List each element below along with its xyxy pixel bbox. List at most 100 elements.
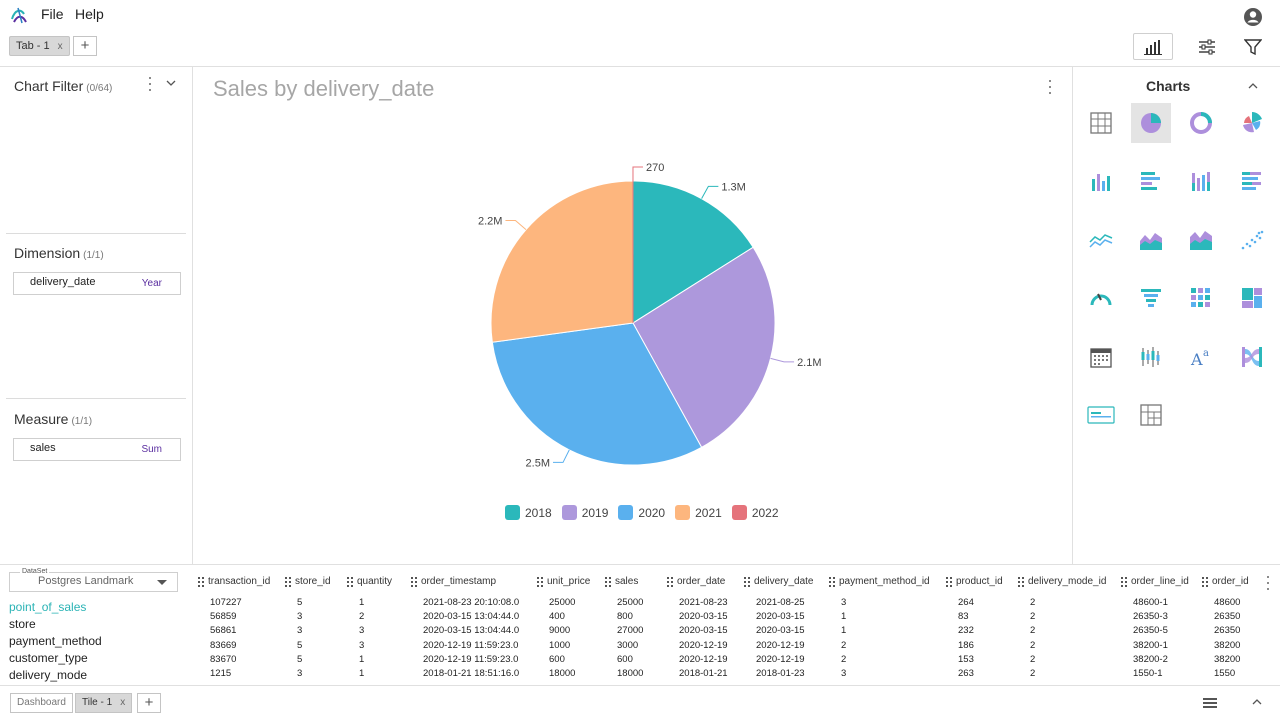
drag-handle-icon[interactable]	[198, 576, 204, 587]
tile-tab[interactable]: Tile - 1 x	[75, 693, 133, 713]
funnel-chart-icon[interactable]	[1131, 278, 1171, 318]
table-cell: 2	[1030, 653, 1036, 665]
column-header-order-id[interactable]: order_id	[1202, 576, 1249, 587]
drag-handle-icon[interactable]	[1121, 576, 1127, 587]
table-cell: 2021-08-25	[756, 597, 805, 608]
column-header-delivery-date[interactable]: delivery_date	[744, 576, 813, 587]
pie-chart-icon[interactable]	[1131, 103, 1171, 143]
table-cell: 1	[359, 597, 365, 608]
calendar-chart-icon[interactable]	[1081, 337, 1121, 377]
drag-handle-icon[interactable]	[537, 576, 543, 587]
table-cell: 83670	[210, 653, 237, 665]
legend-item-2019[interactable]: 2019	[561, 505, 608, 520]
scatter-chart-icon[interactable]	[1232, 220, 1272, 260]
stacked-bar-chart-icon[interactable]	[1232, 161, 1272, 201]
heatmap-chart-icon[interactable]	[1181, 278, 1221, 318]
menu-file[interactable]: File	[41, 6, 64, 22]
measure-aggregation[interactable]: Sum	[141, 444, 162, 455]
tab-close-icon[interactable]: x	[58, 41, 63, 52]
stacked-column-chart-icon[interactable]	[1181, 161, 1221, 201]
table-cell: 26350-3	[1133, 611, 1168, 623]
drag-handle-icon[interactable]	[411, 576, 417, 587]
drag-handle-icon[interactable]	[667, 576, 673, 587]
chart-view-button[interactable]	[1133, 33, 1173, 60]
table-item-payment-method[interactable]: payment_method	[9, 634, 102, 648]
datasource-select[interactable]: Postgres Landmark	[9, 572, 178, 592]
rich-text-icon[interactable]: Aa	[1181, 337, 1221, 377]
rose-chart-icon[interactable]	[1232, 103, 1272, 143]
legend-item-2022[interactable]: 2022	[731, 505, 779, 520]
table-cell: 48600	[1214, 597, 1241, 608]
table-item-point-of-sales[interactable]: point_of_sales	[9, 600, 86, 614]
column-header-unit-price[interactable]: unit_price	[537, 576, 590, 587]
sankey-chart-icon[interactable]	[1232, 337, 1272, 377]
tile-close-icon[interactable]: x	[120, 697, 125, 708]
app-logo-icon[interactable]	[9, 5, 29, 25]
gauge-chart-icon[interactable]	[1081, 278, 1121, 318]
column-header-order-date[interactable]: order_date	[667, 576, 725, 587]
tab-1[interactable]: Tab - 1 x	[9, 36, 70, 56]
bar-chart-horizontal-icon[interactable]	[1131, 161, 1171, 201]
chevron-up-icon[interactable]	[1252, 699, 1262, 705]
drag-handle-icon[interactable]	[946, 576, 952, 587]
table-cell: 3	[841, 597, 847, 608]
legend-item-2021[interactable]: 2021	[675, 505, 722, 520]
drag-handle-icon[interactable]	[605, 576, 611, 587]
pivot-table-icon[interactable]	[1131, 395, 1171, 435]
column-header-order-line-id[interactable]: order_line_id	[1121, 576, 1189, 587]
stacked-area-chart-icon[interactable]	[1181, 220, 1221, 260]
chevron-down-icon[interactable]	[166, 80, 176, 86]
measure-field[interactable]: sales Sum	[13, 438, 181, 461]
column-header-delivery-mode-id[interactable]: delivery_mode_id	[1018, 576, 1106, 587]
dimension-aggregation[interactable]: Year	[142, 278, 162, 289]
dimension-field[interactable]: delivery_date Year	[13, 272, 181, 295]
drag-handle-icon[interactable]	[829, 576, 835, 587]
chevron-up-icon[interactable]	[1248, 83, 1258, 89]
filter-button[interactable]	[1233, 33, 1273, 60]
menu-lines-icon[interactable]	[1203, 697, 1217, 709]
menu-help[interactable]: Help	[75, 6, 104, 22]
column-header-sales[interactable]: sales	[605, 576, 638, 587]
table-cell: 3	[297, 625, 303, 637]
treemap-chart-icon[interactable]	[1232, 278, 1272, 318]
column-chart-icon[interactable]	[1081, 161, 1121, 201]
legend-item-2018[interactable]: 2018	[505, 505, 552, 520]
card-chart-icon[interactable]	[1081, 395, 1121, 435]
drag-handle-icon[interactable]	[347, 576, 353, 587]
pie-data-label: 2.2M	[478, 215, 502, 227]
column-header-transaction-id[interactable]: transaction_id	[198, 576, 270, 587]
chart-filter-label: Chart Filter	[14, 78, 84, 94]
drag-handle-icon[interactable]	[285, 576, 291, 587]
grid-menu-icon[interactable]	[1265, 576, 1271, 590]
add-tab-button[interactable]: +	[73, 36, 97, 56]
column-header-product-id[interactable]: product_id	[946, 576, 1003, 587]
column-header-store-id[interactable]: store_id	[285, 576, 331, 587]
donut-chart-icon[interactable]	[1181, 103, 1221, 143]
dashboard-tab[interactable]: Dashboard	[10, 693, 73, 713]
table-chart-icon[interactable]	[1081, 103, 1121, 143]
boxplot-chart-icon[interactable]	[1131, 337, 1171, 377]
table-cell: 2021-08-23	[679, 597, 728, 608]
area-chart-icon[interactable]	[1131, 220, 1171, 260]
chart-filter-menu-icon[interactable]	[147, 77, 153, 91]
column-header-order-timestamp[interactable]: order_timestamp	[411, 576, 496, 587]
add-tile-button[interactable]: +	[137, 693, 161, 713]
column-header-quantity[interactable]: quantity	[347, 576, 392, 587]
table-item-delivery-mode[interactable]: delivery_mode	[9, 668, 87, 682]
column-header-label: order_id	[1212, 576, 1249, 587]
table-item-customer-type[interactable]: customer_type	[9, 651, 88, 665]
pie-slice-2021[interactable]	[490, 180, 634, 343]
column-header-payment-method-id[interactable]: payment_method_id	[829, 576, 930, 587]
pie-label-line	[553, 449, 570, 463]
legend-item-2020[interactable]: 2020	[618, 505, 665, 520]
drag-handle-icon[interactable]	[1018, 576, 1024, 587]
settings-button[interactable]	[1187, 33, 1227, 60]
table-cell: 3	[841, 668, 847, 679]
drag-handle-icon[interactable]	[744, 576, 750, 587]
table-item-store[interactable]: store	[9, 617, 36, 631]
line-chart-icon[interactable]	[1081, 220, 1121, 260]
account-icon[interactable]	[1243, 7, 1263, 27]
pie-label-line	[632, 166, 643, 182]
drag-handle-icon[interactable]	[1202, 576, 1208, 587]
divider	[6, 233, 186, 234]
